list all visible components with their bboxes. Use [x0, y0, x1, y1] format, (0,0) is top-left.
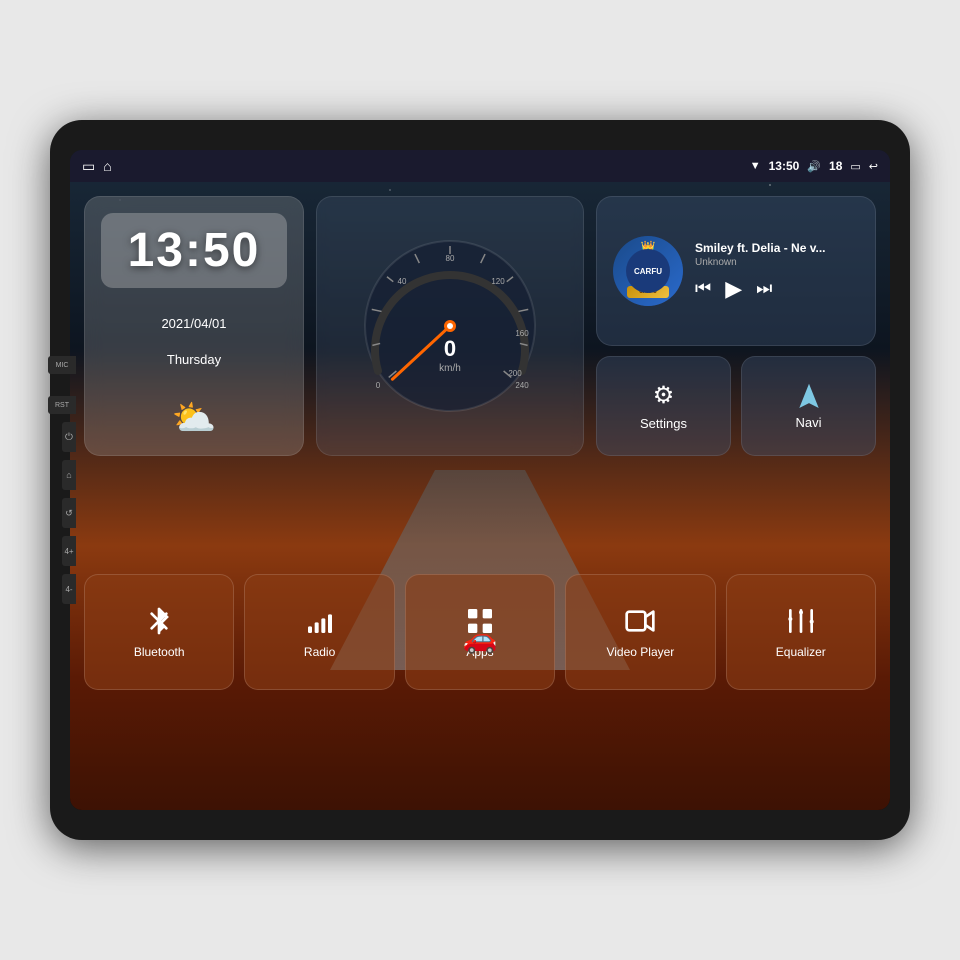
- rst-button[interactable]: RST: [48, 396, 76, 414]
- mic-label: MIC: [48, 356, 76, 374]
- clock-widget: 13:50 2021/04/01 Thursday ⛅: [84, 196, 304, 456]
- status-right: ▼ 13:50 🔊 18 ▭ ↩: [750, 159, 878, 173]
- status-bar: ▭ ⌂ ▼ 13:50 🔊 18 ▭ ↩: [70, 150, 890, 182]
- status-time: 13:50: [769, 159, 800, 173]
- side-buttons: MIC RST ⏻ ⌂ ↺ 4+ 4-: [48, 356, 76, 604]
- bluetooth-button[interactable]: Bluetooth: [84, 574, 234, 690]
- video-icon: [624, 605, 656, 637]
- home-button[interactable]: ⌂: [62, 460, 76, 490]
- radio-icon: [304, 605, 336, 637]
- vol-down-button[interactable]: 4-: [62, 574, 76, 604]
- speedometer-widget: 0 40 80 120 160 200 240: [316, 196, 584, 456]
- svg-text:240: 240: [515, 381, 529, 390]
- music-title: Smiley ft. Delia - Ne v...: [695, 241, 859, 255]
- weather-icon: ⛅: [172, 397, 217, 439]
- svg-text:0: 0: [444, 336, 456, 361]
- back-button[interactable]: ↺: [62, 498, 76, 528]
- navi-button[interactable]: Navi: [741, 356, 876, 456]
- svg-text:160: 160: [515, 329, 529, 338]
- svg-text:km/h: km/h: [439, 363, 461, 374]
- top-row: 13:50 2021/04/01 Thursday ⛅: [84, 196, 876, 456]
- battery-icon: ▭: [850, 160, 860, 173]
- mic-text: MIC: [56, 362, 69, 369]
- svg-text:0: 0: [376, 381, 381, 390]
- clock-time-text: 13:50: [119, 223, 269, 278]
- window-icon: ▭: [82, 158, 95, 175]
- clock-time-display: 13:50: [101, 213, 287, 288]
- svg-text:40: 40: [398, 277, 407, 286]
- music-artist: Unknown: [695, 257, 859, 268]
- clock-date: 2021/04/01: [161, 316, 226, 331]
- play-button[interactable]: ▶: [725, 276, 742, 302]
- power-button[interactable]: ⏻: [62, 422, 76, 452]
- svg-text:120: 120: [491, 277, 505, 286]
- video-label: Video Player: [606, 645, 674, 659]
- settings-button[interactable]: ⚙ Settings: [596, 356, 731, 456]
- home-status-icon: ⌂: [103, 158, 111, 174]
- back-icon[interactable]: ↩: [869, 160, 878, 173]
- navi-icon: [796, 383, 822, 409]
- right-panel: 👑 CARFU CARFU Smiley: [596, 196, 876, 456]
- music-widget[interactable]: 👑 CARFU CARFU Smiley: [596, 196, 876, 346]
- next-button[interactable]: ⏭: [756, 278, 772, 299]
- video-button[interactable]: Video Player: [565, 574, 715, 690]
- equalizer-icon: [785, 605, 817, 637]
- quick-actions: ⚙ Settings Navi: [596, 356, 876, 456]
- wifi-icon: ▼: [750, 160, 761, 172]
- prev-button[interactable]: ⏮: [695, 278, 711, 299]
- carfu-logo-text: CARFU: [634, 267, 662, 276]
- vol-up-button[interactable]: 4+: [62, 536, 76, 566]
- car-icon: 🚗: [463, 622, 498, 655]
- svg-text:80: 80: [446, 254, 455, 263]
- equalizer-button[interactable]: Equalizer: [726, 574, 876, 690]
- volume-level: 18: [829, 159, 842, 173]
- settings-icon: ⚙: [653, 381, 675, 410]
- bluetooth-label: Bluetooth: [134, 645, 185, 659]
- content-grid: 13:50 2021/04/01 Thursday ⛅: [70, 182, 890, 810]
- equalizer-label: Equalizer: [776, 645, 826, 659]
- status-left: ▭ ⌂: [82, 158, 112, 175]
- radio-button[interactable]: Radio: [244, 574, 394, 690]
- bluetooth-icon: [143, 605, 175, 637]
- navi-label: Navi: [795, 415, 821, 430]
- clock-day: Thursday: [167, 352, 221, 367]
- settings-label: Settings: [640, 416, 687, 431]
- car-unit: MIC RST ⏻ ⌂ ↺ 4+ 4- 🚗: [50, 120, 910, 840]
- radio-label: Radio: [304, 645, 335, 659]
- screen: 🚗 ▭ ⌂ ▼ 13:50 🔊 18 ▭ ↩: [70, 150, 890, 810]
- music-info: Smiley ft. Delia - Ne v... Unknown ⏮ ▶ ⏭: [695, 241, 859, 302]
- volume-icon: 🔊: [807, 160, 821, 173]
- speedometer-svg: 0 40 80 120 160 200 240: [350, 226, 550, 426]
- music-logo: 👑 CARFU CARFU: [613, 236, 683, 306]
- main-screen: 🚗 ▭ ⌂ ▼ 13:50 🔊 18 ▭ ↩: [70, 150, 890, 810]
- music-controls: ⏮ ▶ ⏭: [695, 276, 859, 302]
